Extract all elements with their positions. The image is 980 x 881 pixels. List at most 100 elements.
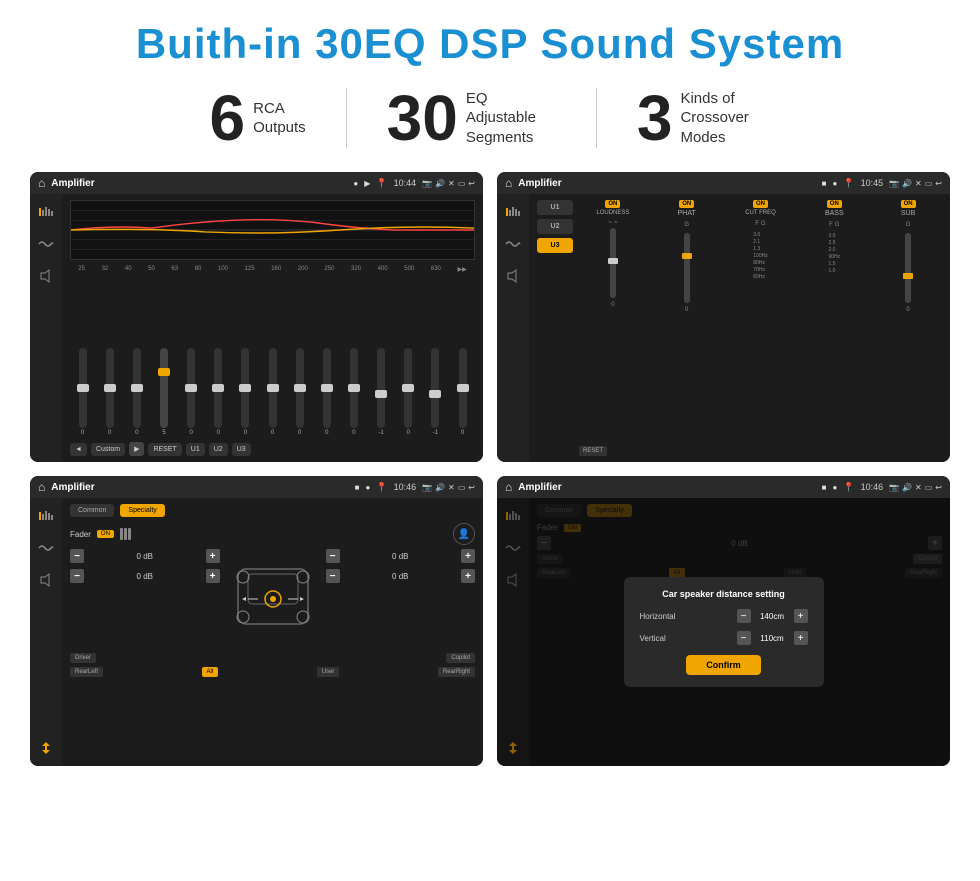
- db-plus-2[interactable]: +: [206, 569, 220, 583]
- db-val-2: 0 dB: [87, 572, 203, 581]
- crossover-time: 10:45: [861, 178, 884, 188]
- rearright-button[interactable]: RearRight: [438, 667, 475, 677]
- wave-icon-3[interactable]: [36, 538, 56, 558]
- dialog-horizontal-plus[interactable]: +: [794, 609, 808, 623]
- stat-eq: 30 EQ AdjustableSegments: [347, 86, 596, 150]
- phat-col: ON PHAT G 0: [653, 200, 721, 442]
- dialog-overlay: Car speaker distance setting Horizontal …: [497, 498, 950, 766]
- eq-icon[interactable]: [36, 202, 56, 222]
- home-icon-4[interactable]: ⌂: [505, 480, 512, 494]
- speaker-icon-2[interactable]: [503, 266, 523, 286]
- speaker-icon-3[interactable]: [36, 570, 56, 590]
- db-val-1: 0 dB: [87, 552, 203, 561]
- eq-slider-8: 0: [287, 348, 312, 436]
- db-minus-1[interactable]: −: [70, 549, 84, 563]
- eq-graph: [70, 200, 475, 260]
- fader-main: Common Specialty Fader ON 👤: [62, 498, 483, 766]
- dialog-title: Car speaker distance setting: [640, 589, 808, 599]
- dialog-vertical-control: − 110cm +: [737, 631, 808, 645]
- copilot-button[interactable]: Copilot: [446, 653, 475, 663]
- loudness-col: ON LOUDNESS ~ ~ 0: [579, 200, 647, 442]
- eq-slider-0: 0: [70, 348, 95, 436]
- fader-label: Fader: [70, 530, 91, 539]
- user-button[interactable]: User: [317, 667, 340, 677]
- dot-icon-3: ●: [833, 179, 838, 188]
- dialog-time: 10:46: [861, 482, 884, 492]
- fader-on-button[interactable]: ON: [97, 530, 114, 538]
- sub-on-badge: ON: [901, 200, 916, 208]
- crossover-u2-button[interactable]: U2: [537, 219, 573, 234]
- status-icons: 📷🔊✕▭↩: [422, 179, 475, 188]
- stat-crossover: 3 Kinds ofCrossover Modes: [597, 86, 811, 150]
- db-minus-3[interactable]: −: [326, 549, 340, 563]
- eq-screen-bar: ⌂ Amplifier ● ▶ 📍 10:44 📷🔊✕▭↩: [30, 172, 483, 194]
- db-plus-3[interactable]: +: [461, 549, 475, 563]
- eq-main: 2532405063 80100125160200 25032040050063…: [62, 194, 483, 462]
- db-plus-4[interactable]: +: [461, 569, 475, 583]
- fader-screen-bar: ⌂ Amplifier ■ ● 📍 10:46 📷🔊✕▭↩: [30, 476, 483, 498]
- eq-u1-button[interactable]: U1: [186, 443, 205, 456]
- db-row-2: − 0 dB +: [70, 569, 220, 583]
- speaker-icon[interactable]: [36, 266, 56, 286]
- crossover-reset-button[interactable]: RESET: [579, 446, 607, 456]
- dot-icon-7: ●: [833, 483, 838, 492]
- eq-icon-2[interactable]: [503, 202, 523, 222]
- db-plus-1[interactable]: +: [206, 549, 220, 563]
- driver-button[interactable]: Driver: [70, 653, 96, 663]
- eq-reset-button[interactable]: RESET: [148, 443, 181, 456]
- fader-sidebar: [30, 498, 62, 766]
- dialog-horizontal-value: 140cm: [755, 612, 790, 621]
- eq-play-button[interactable]: ▶: [129, 442, 144, 456]
- wave-icon-2[interactable]: [503, 234, 523, 254]
- dialog-box: Car speaker distance setting Horizontal …: [624, 577, 824, 687]
- eq-icon-3[interactable]: [36, 506, 56, 526]
- crossover-controls: ON LOUDNESS ~ ~ 0: [579, 200, 942, 456]
- fader-time: 10:46: [394, 482, 417, 492]
- db-row-3: − 0 dB +: [326, 549, 476, 563]
- eq-time: 10:44: [394, 178, 417, 188]
- home-icon-3[interactable]: ⌂: [38, 480, 45, 494]
- db-row-4: − 0 dB +: [326, 569, 476, 583]
- eq-custom-button[interactable]: Custom: [91, 443, 125, 456]
- dot-icon-4: ■: [355, 483, 360, 492]
- crossover-main: U1 U2 U3 ON LOUDNESS ~ ~: [529, 194, 950, 462]
- bass-on-badge: ON: [827, 200, 842, 208]
- dialog-horizontal-minus[interactable]: −: [737, 609, 751, 623]
- location-icon: 📍: [376, 178, 387, 189]
- eq-slider-2: 0: [124, 348, 149, 436]
- fader-body: − 0 dB + − 0 dB +: [70, 549, 475, 649]
- db-minus-2[interactable]: −: [70, 569, 84, 583]
- home-icon[interactable]: ⌂: [38, 176, 45, 190]
- crossover-u1-button[interactable]: U1: [537, 200, 573, 215]
- rearleft-button[interactable]: RearLeft: [70, 667, 103, 677]
- arrows-icon[interactable]: [36, 738, 56, 758]
- eq-u2-button[interactable]: U2: [209, 443, 228, 456]
- confirm-button[interactable]: Confirm: [686, 655, 761, 675]
- dialog-vertical-label: Vertical: [640, 634, 666, 643]
- crossover-screen-bar: ⌂ Amplifier ■ ● 📍 10:45 📷🔊✕▭↩: [497, 172, 950, 194]
- dialog-horizontal-control: − 140cm +: [737, 609, 808, 623]
- eq-freq-labels: 2532405063 80100125160200 25032040050063…: [70, 266, 475, 273]
- eq-slider-12: 0: [396, 348, 421, 436]
- stat-rca: 6 RCAOutputs: [170, 86, 346, 150]
- dot-icon-6: ■: [822, 483, 827, 492]
- dialog-vertical-plus[interactable]: +: [794, 631, 808, 645]
- db-minus-4[interactable]: −: [326, 569, 340, 583]
- eq-u3-button[interactable]: U3: [232, 443, 251, 456]
- dialog-vertical-minus[interactable]: −: [737, 631, 751, 645]
- home-icon-2[interactable]: ⌂: [505, 176, 512, 190]
- crossover-sidebar: [497, 194, 529, 462]
- common-tab[interactable]: Common: [70, 504, 114, 517]
- dot-icon-5: ●: [366, 483, 371, 492]
- eq-slider-11: -1: [369, 348, 394, 436]
- stat-crossover-label: Kinds ofCrossover Modes: [680, 89, 770, 148]
- specialty-tab[interactable]: Specialty: [120, 504, 164, 517]
- crossover-u3-button[interactable]: U3: [537, 238, 573, 253]
- all-button[interactable]: All: [202, 667, 219, 677]
- eq-prev-button[interactable]: ◄: [70, 443, 87, 456]
- status-icons-3: 📷🔊✕▭↩: [422, 483, 475, 492]
- fader-label-buttons: Driver Copilot: [70, 653, 475, 663]
- dialog-screen-title: Amplifier: [518, 482, 815, 493]
- dialog-screen: ⌂ Amplifier ■ ● 📍 10:46 📷🔊✕▭↩: [497, 476, 950, 766]
- wave-icon[interactable]: [36, 234, 56, 254]
